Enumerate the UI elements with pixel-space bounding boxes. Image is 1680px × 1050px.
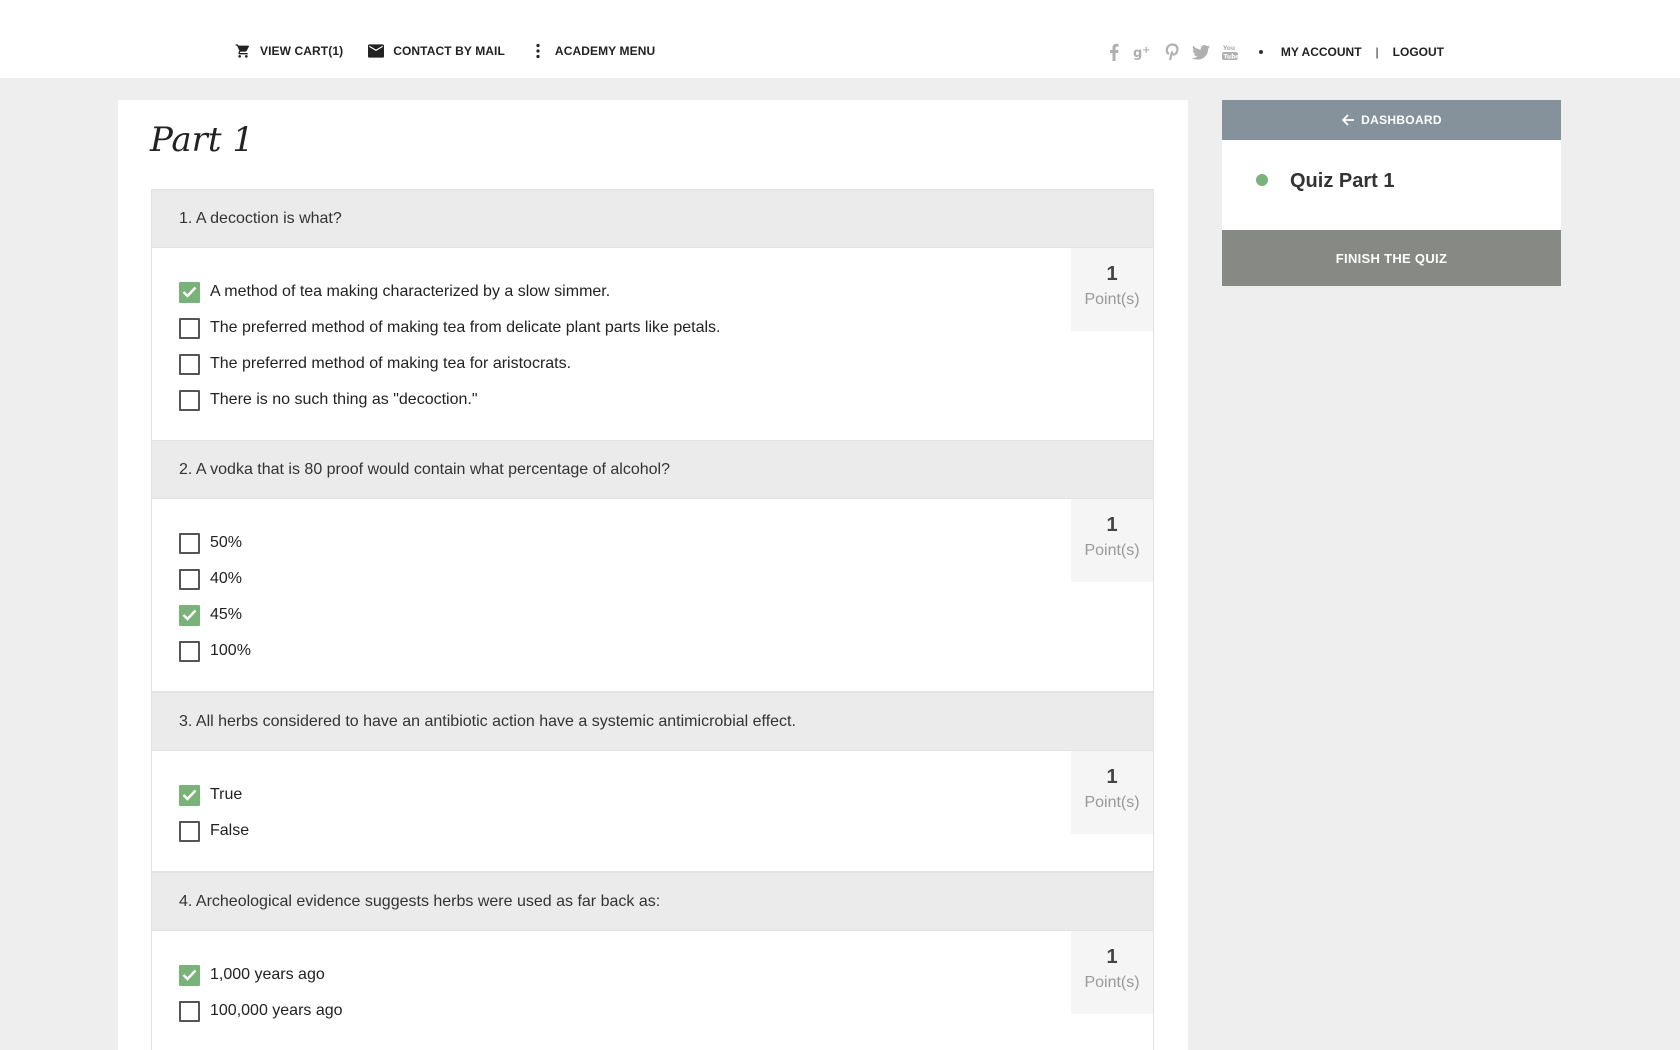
check-icon: [182, 789, 197, 801]
points-box: 1 Point(s): [1071, 751, 1153, 834]
answer-label: 40%: [210, 570, 243, 587]
check-icon: [182, 609, 197, 621]
checkbox[interactable]: [179, 353, 200, 375]
answer-label: The preferred method of making tea for a…: [210, 355, 572, 372]
arrow-left-icon: [1341, 113, 1355, 127]
checkbox[interactable]: [179, 568, 200, 590]
points-box: 1 Point(s): [1071, 931, 1153, 1014]
points-label: Point(s): [1084, 794, 1140, 811]
my-account-link[interactable]: MY ACCOUNT: [1281, 45, 1362, 59]
answer-option[interactable]: 45%: [179, 597, 1153, 633]
answer-option[interactable]: False: [179, 813, 1153, 849]
checkbox[interactable]: [179, 820, 200, 842]
google-plus-icon[interactable]: g +: [1132, 42, 1154, 62]
contact-label: CONTACT BY MAIL: [393, 44, 505, 58]
quiz-panel: Part 1 1. A decoction is what? A method …: [118, 100, 1188, 1050]
page-title: Part 1: [150, 120, 254, 160]
check-icon: [182, 969, 197, 981]
question-4: 4. Archeological evidence suggests herbs…: [151, 872, 1154, 1050]
checkbox[interactable]: [179, 317, 200, 339]
more-vertical-icon: [529, 42, 547, 60]
svg-text:Tube: Tube: [1223, 54, 1239, 61]
dashboard-label: DASHBOARD: [1361, 113, 1442, 127]
quiz-name: Quiz Part 1: [1290, 170, 1395, 192]
nav-separator-dot: [1258, 50, 1263, 54]
points-value: 1: [1106, 514, 1118, 536]
contact-by-mail-link[interactable]: CONTACT BY MAIL: [367, 42, 505, 60]
twitter-icon[interactable]: [1190, 42, 1212, 62]
points-box: 1 Point(s): [1071, 248, 1153, 331]
answer-option[interactable]: True: [179, 777, 1153, 813]
status-dot-icon: [1256, 174, 1268, 186]
answer-label: 100%: [210, 642, 251, 659]
answer-option[interactable]: 100,000 years ago: [179, 993, 1153, 1029]
answer-label: 1,000 years ago: [210, 966, 325, 983]
answer-label: 100,000 years ago: [210, 1002, 343, 1019]
answer-label: 50%: [210, 534, 243, 551]
checkbox[interactable]: [179, 640, 200, 662]
svg-text:You: You: [1222, 45, 1235, 52]
points-label: Point(s): [1084, 974, 1140, 991]
points-value: 1: [1106, 766, 1118, 788]
quiz-card[interactable]: Quiz Part 1: [1222, 140, 1561, 230]
account-separator: |: [1375, 45, 1379, 59]
top-bar: VIEW CART(1) CONTACT BY MAIL ACADEMY MEN…: [0, 0, 1680, 78]
answer-option[interactable]: 1,000 years ago: [179, 957, 1153, 993]
answer-option[interactable]: 40%: [179, 561, 1153, 597]
mail-icon: [367, 42, 385, 60]
answer-option[interactable]: There is no such thing as "decoction.": [179, 382, 1153, 418]
account-nav: g + You Tube MY ACCOUNT | LOGOUT: [1096, 42, 1444, 62]
answer-list: True False: [152, 751, 1153, 849]
svg-text:+: +: [1142, 45, 1150, 56]
question-text: 1. A decoction is what?: [152, 190, 1153, 248]
top-nav: VIEW CART(1) CONTACT BY MAIL ACADEMY MEN…: [234, 42, 679, 60]
svg-text:g: g: [1133, 46, 1142, 60]
answer-option[interactable]: The preferred method of making tea for a…: [179, 346, 1153, 382]
finish-quiz-label: FINISH THE QUIZ: [1335, 250, 1448, 266]
answer-option[interactable]: A method of tea making characterized by …: [179, 274, 1153, 310]
question-text: 3. All herbs considered to have an antib…: [152, 693, 1153, 751]
checkbox[interactable]: [179, 604, 200, 626]
answer-label: 45%: [210, 606, 243, 623]
view-cart-label: VIEW CART(1): [260, 44, 344, 58]
checkbox[interactable]: [179, 281, 200, 303]
answer-label: A method of tea making characterized by …: [210, 283, 611, 300]
answer-option[interactable]: 50%: [179, 525, 1153, 561]
points-value: 1: [1106, 946, 1118, 968]
checkbox[interactable]: [179, 964, 200, 986]
academy-menu-link[interactable]: ACADEMY MENU: [529, 42, 655, 60]
answer-option[interactable]: 100%: [179, 633, 1153, 669]
points-label: Point(s): [1084, 291, 1140, 308]
answer-list: 50% 40% 45% 100%: [152, 499, 1153, 669]
answer-label: True: [210, 786, 243, 803]
finish-quiz-button[interactable]: FINISH THE QUIZ: [1222, 230, 1561, 286]
question-2: 2. A vodka that is 80 proof would contai…: [151, 440, 1154, 692]
question-text: 4. Archeological evidence suggests herbs…: [152, 873, 1153, 931]
pinterest-icon[interactable]: [1161, 42, 1183, 62]
answer-label: False: [210, 822, 250, 839]
checkbox[interactable]: [179, 532, 200, 554]
points-box: 1 Point(s): [1071, 499, 1153, 582]
answer-list: 1,000 years ago 100,000 years ago: [152, 931, 1153, 1029]
checkbox[interactable]: [179, 389, 200, 411]
answer-label: The preferred method of making tea from …: [210, 319, 721, 336]
question-1: 1. A decoction is what? A method of tea …: [151, 189, 1154, 441]
youtube-icon[interactable]: You Tube: [1219, 42, 1241, 62]
check-icon: [182, 286, 197, 298]
points-value: 1: [1106, 263, 1118, 285]
cart-icon: [234, 42, 252, 60]
logout-link[interactable]: LOGOUT: [1393, 45, 1444, 59]
question-text: 2. A vodka that is 80 proof would contai…: [152, 441, 1153, 499]
answer-label: There is no such thing as "decoction.": [210, 391, 478, 408]
answer-list: A method of tea making characterized by …: [152, 248, 1153, 418]
dashboard-button[interactable]: DASHBOARD: [1222, 100, 1561, 140]
answer-option[interactable]: The preferred method of making tea from …: [179, 310, 1153, 346]
checkbox[interactable]: [179, 1000, 200, 1022]
checkbox[interactable]: [179, 784, 200, 806]
question-3: 3. All herbs considered to have an antib…: [151, 692, 1154, 872]
academy-menu-label: ACADEMY MENU: [554, 44, 656, 58]
points-label: Point(s): [1084, 542, 1140, 559]
facebook-icon[interactable]: [1103, 42, 1125, 62]
view-cart-link[interactable]: VIEW CART(1): [234, 42, 343, 60]
